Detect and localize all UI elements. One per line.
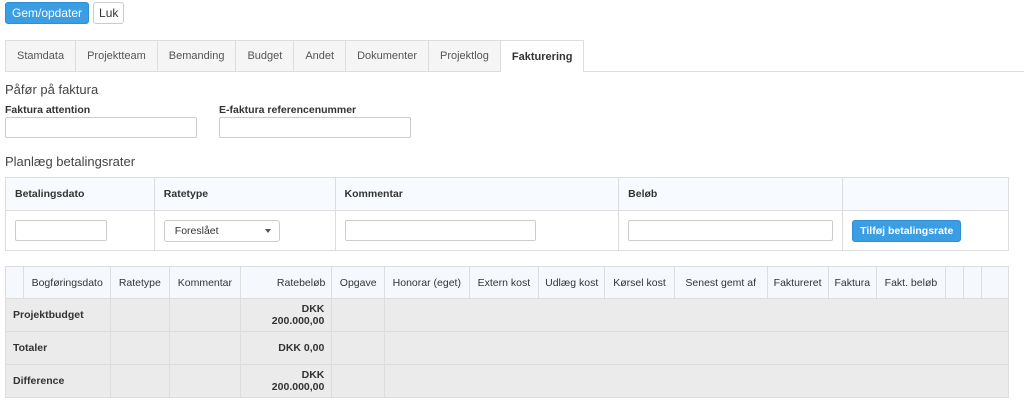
header-senest-gemt-af[interactable]: Senest gemt af (673, 266, 768, 299)
header-ratetype[interactable]: Ratetype (110, 266, 170, 299)
header-extra-2 (963, 266, 983, 299)
payment-rates-title: Planlæg betalingsrater (5, 154, 136, 169)
invoice-section-title: Påfør på faktura (5, 82, 99, 97)
payment-rates-header-row: Betalingsdato Ratetype Kommentar Beløb (5, 177, 1009, 211)
header-kommentar: Kommentar (334, 177, 620, 211)
save-update-button[interactable]: Gem/opdater (5, 2, 90, 24)
header-betalingsdato: Betalingsdato (5, 177, 155, 211)
invoice-attention-label: Faktura attention (5, 104, 91, 116)
comment-input[interactable] (344, 220, 536, 241)
summary-row-difference: Difference DKK 200.000,00 (4, 364, 1009, 398)
summary-fill (384, 364, 1009, 398)
header-udlaeg-kost[interactable]: Udlæg kost (538, 266, 606, 299)
summary-cell (110, 298, 170, 332)
close-button[interactable]: Luk (93, 2, 125, 24)
summary-amount: DKK 200.000,00 (240, 364, 333, 398)
header-faktureret[interactable]: Faktureret (766, 266, 829, 299)
payment-rates-table: Betalingsdato Ratetype Kommentar Beløb F… (5, 177, 1009, 251)
project-tabs-bar: Stamdata Projektteam Bemanding Budget An… (5, 40, 1024, 72)
efaktura-ref-label: E-faktura referencenummer (219, 104, 357, 116)
summary-row-projektbudget: Projektbudget DKK 200.000,00 (4, 298, 1009, 332)
summary-amount: DKK 200.000,00 (240, 298, 333, 332)
summary-cell (331, 364, 386, 398)
tab-dokumenter[interactable]: Dokumenter (345, 40, 429, 71)
chevron-down-icon (264, 228, 271, 233)
summary-row-label: Totaler (4, 331, 112, 365)
toolbar: Gem/opdater Luk (5, 2, 125, 24)
header-beloeb: Beløb (618, 177, 844, 211)
header-ratebeloeb[interactable]: Ratebeløb (240, 266, 333, 299)
invoice-attention-input[interactable] (5, 117, 197, 138)
billing-grid: Bogføringsdato Ratetype Kommentar Ratebe… (4, 266, 1009, 398)
amount-input[interactable] (628, 220, 834, 241)
summary-amount: DKK 0,00 (240, 331, 333, 365)
summary-row-label: Projektbudget (4, 298, 112, 332)
billing-grid-header-row: Bogføringsdato Ratetype Kommentar Ratebe… (4, 266, 1009, 299)
add-payment-rate-button[interactable]: Tilføj betalingsrate (852, 219, 962, 242)
tab-budget[interactable]: Budget (235, 40, 295, 71)
payment-rate-input-row: Foreslået Tilføj betalingsrate (5, 210, 1009, 251)
header-actions (842, 177, 1009, 211)
header-ratetype: Ratetype (153, 177, 336, 211)
header-extra-1 (944, 266, 965, 299)
summary-cell (110, 331, 170, 365)
tab-projektteam[interactable]: Projektteam (75, 40, 158, 71)
summary-row-totaler: Totaler DKK 0,00 (4, 331, 1009, 365)
summary-cell (168, 331, 242, 365)
header-faktura[interactable]: Faktura (827, 266, 878, 299)
header-koersel-kost[interactable]: Kørsel kost (604, 266, 675, 299)
header-select (4, 266, 25, 299)
tab-bemanding[interactable]: Bemanding (156, 40, 237, 71)
efaktura-ref-input[interactable] (219, 117, 411, 138)
header-honorar[interactable]: Honorar (eget) (384, 266, 470, 299)
header-fakt-beloeb[interactable]: Fakt. beløb (876, 266, 946, 299)
ratetype-selected-value: Foreslået (174, 224, 219, 237)
header-opgave[interactable]: Opgave (331, 266, 386, 299)
header-extra-3 (981, 266, 1009, 299)
summary-cell (331, 331, 386, 365)
summary-row-label: Difference (4, 364, 112, 398)
payment-date-input[interactable] (15, 220, 107, 241)
tab-andet[interactable]: Andet (293, 40, 347, 71)
tab-projektlog[interactable]: Projektlog (428, 40, 501, 71)
tab-stamdata[interactable]: Stamdata (5, 40, 77, 71)
header-extern-kost[interactable]: Extern kost (468, 266, 540, 299)
summary-cell (110, 364, 170, 398)
tab-fakturering[interactable]: Fakturering (499, 40, 585, 72)
summary-cell (168, 364, 242, 398)
summary-cell (168, 298, 242, 332)
header-bogfoeringsdato[interactable]: Bogføringsdato (23, 266, 112, 299)
header-kommentar[interactable]: Kommentar (168, 266, 242, 299)
summary-fill (384, 298, 1009, 332)
summary-cell (331, 298, 386, 332)
summary-fill (384, 331, 1009, 365)
ratetype-select[interactable]: Foreslået (163, 219, 280, 242)
